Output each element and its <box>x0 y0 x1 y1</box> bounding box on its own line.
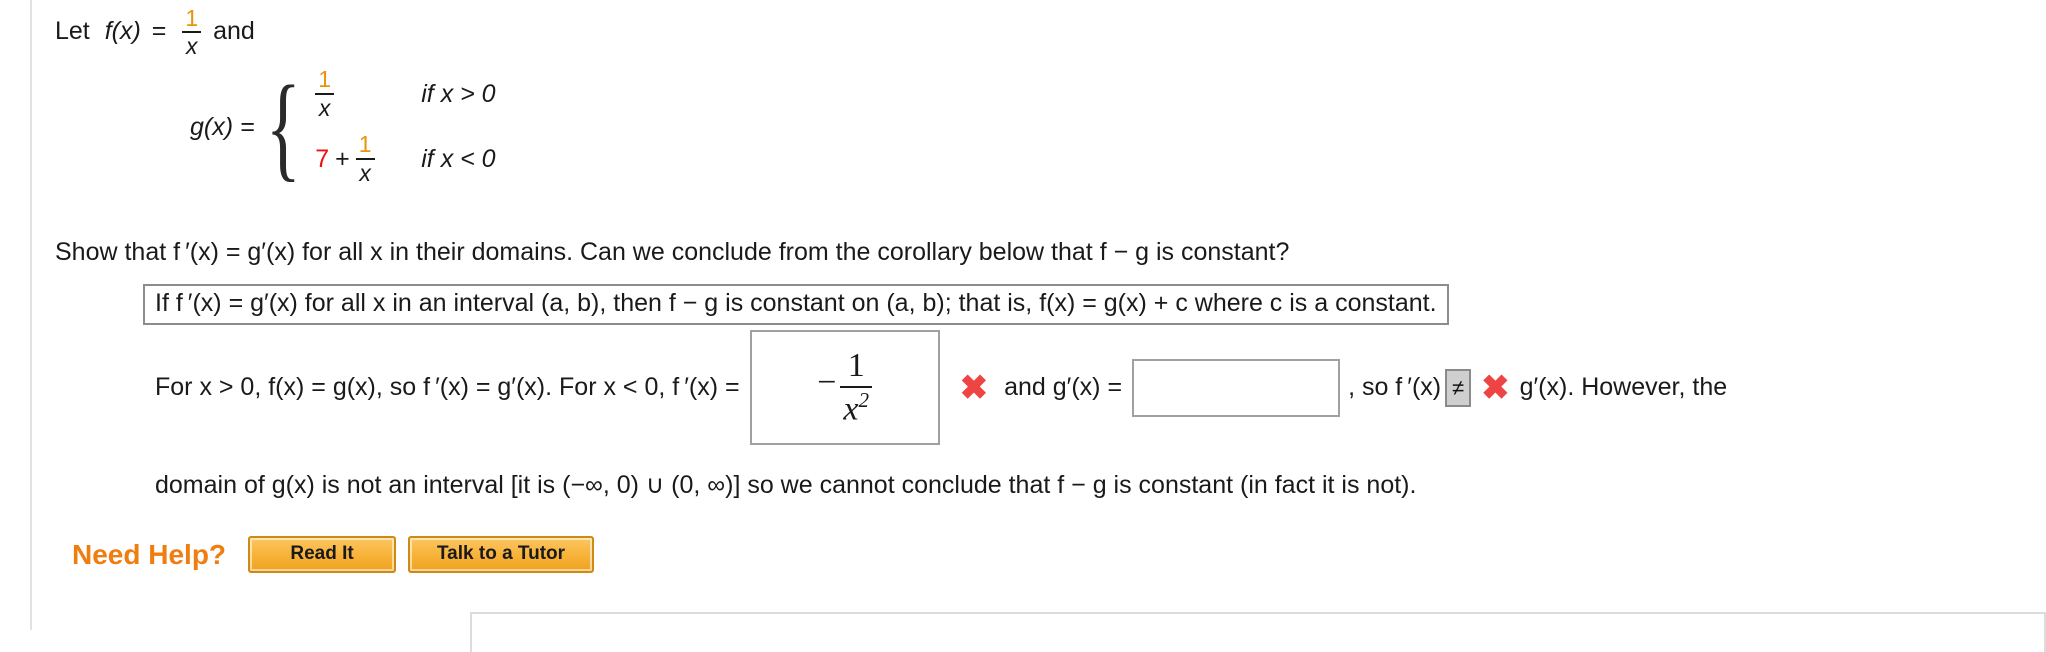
fraction-denominator: x <box>185 33 198 60</box>
need-help-label: Need Help? <box>72 538 227 570</box>
question-prompt: Show that f ′(x) = g′(x) for all x in th… <box>55 238 1290 266</box>
fraction-denominator: x <box>359 159 371 186</box>
corollary-statement-box: If f ′(x) = g′(x) for all x in an interv… <box>143 284 1449 325</box>
read-it-button[interactable]: Read It <box>248 536 397 573</box>
fraction-numerator: 1 <box>182 6 202 34</box>
let-definition-line: Let f(x) = 1 x and <box>55 6 255 58</box>
work-segment-4: g′(x). However, the <box>1519 373 1728 401</box>
left-border-rule <box>30 0 32 630</box>
incorrect-mark-icon: ✖ <box>1481 368 1510 407</box>
conclusion-line: domain of g(x) is not an interval [it is… <box>155 471 1417 499</box>
piecewise-row: 7 + 1 x if x < 0 <box>297 127 495 192</box>
let-equals: = <box>151 16 167 45</box>
fraction-denominator: x <box>318 94 331 121</box>
answer-input-f-prime[interactable]: − 1 x2 <box>749 330 940 445</box>
piecewise-condition: if x < 0 <box>421 145 496 173</box>
fraction-denominator: x2 <box>840 388 872 427</box>
piecewise-rows: 1 x if x > 0 7 + 1 x if x < 0 <box>297 62 496 192</box>
left-brace-glyph: { <box>265 60 301 192</box>
filled-constant-value: 7 <box>315 145 330 173</box>
fraction-numerator: 1 <box>355 132 375 160</box>
answer-input-g-prime[interactable] <box>1132 358 1341 417</box>
next-question-panel-partial <box>470 612 2046 652</box>
fraction-numerator: 1 <box>315 67 335 95</box>
one-over-x-fraction: 1 x <box>182 6 202 60</box>
denominator-exponent: 2 <box>858 387 870 412</box>
talk-to-a-tutor-button[interactable]: Talk to a Tutor <box>408 536 595 573</box>
work-segment-1: For x > 0, f(x) = g(x), so f ′(x) = g′(x… <box>155 373 740 401</box>
piecewise-value: 7 + 1 x <box>297 132 415 186</box>
piecewise-condition: if x > 0 <box>421 80 496 108</box>
one-over-x-fraction: 1 x <box>355 132 375 186</box>
let-prefix: Let <box>55 16 90 45</box>
piecewise-row: 1 x if x > 0 <box>297 62 496 127</box>
piecewise-definition: g(x) = { 1 x if x > 0 7 + 1 x if x < 0 <box>190 62 496 192</box>
exercise-page: Let f(x) = 1 x and g(x) = { 1 x if x > 0 <box>0 0 2046 652</box>
let-suffix: and <box>213 16 255 45</box>
incorrect-mark-icon: ✖ <box>959 368 989 407</box>
work-segment-2: and g′(x) = <box>1004 373 1123 401</box>
negative-one-over-x-squared: − 1 x2 <box>817 348 873 427</box>
plus-operator: + <box>335 145 350 173</box>
piecewise-value: 1 x <box>297 67 415 121</box>
work-segment-3: , so f ′(x) <box>1348 373 1442 401</box>
solution-work-line: For x > 0, f(x) = g(x), so f ′(x) = g′(x… <box>155 330 2035 445</box>
one-over-x-fraction: 1 x <box>315 67 335 121</box>
need-help-section: Need Help? Read It Talk to a Tutor <box>72 536 606 573</box>
denominator-base: x <box>843 390 859 428</box>
comparison-operator-select[interactable]: ≠ <box>1445 368 1472 407</box>
minus-sign: − <box>817 364 837 402</box>
f-of-x-label: f(x) <box>104 16 141 45</box>
fraction: 1 x2 <box>840 348 873 427</box>
fraction-numerator: 1 <box>840 348 873 388</box>
g-of-x-label: g(x) = <box>190 112 255 141</box>
